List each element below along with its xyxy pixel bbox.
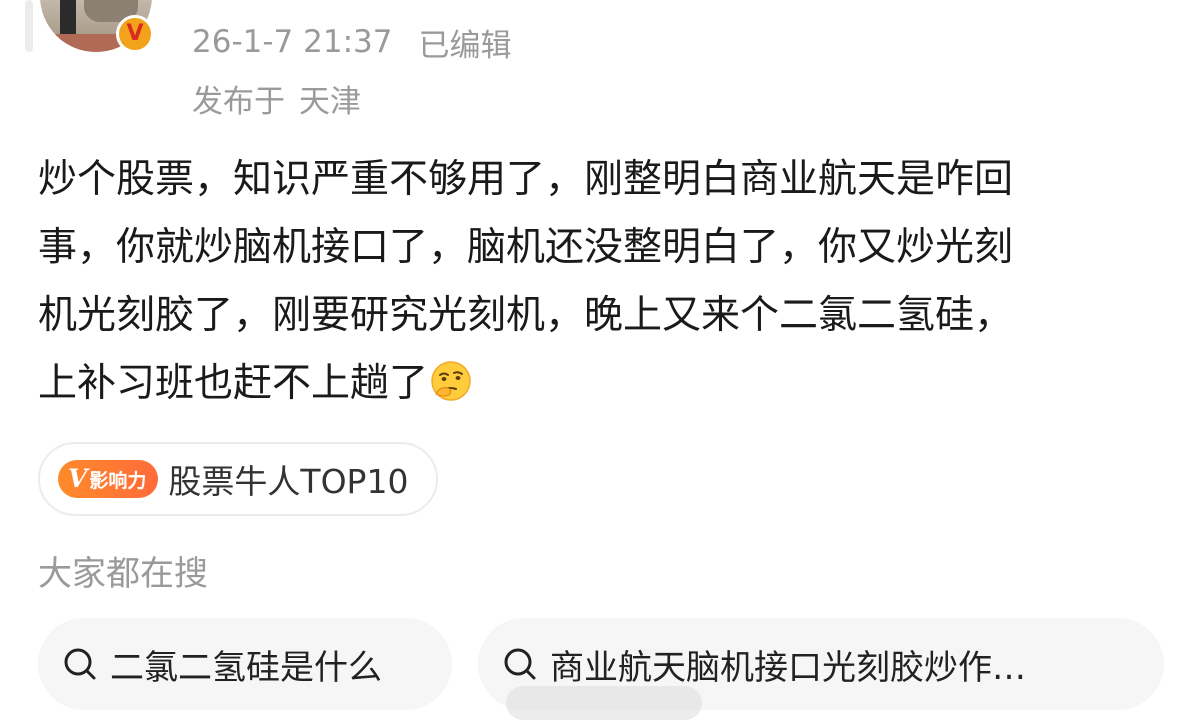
post-content-line: 机光刻胶了，刚要研究光刻机，晚上又来个二氯二氢硅，: [38, 293, 1014, 338]
published-label: 发布于: [192, 83, 285, 120]
post-content-line: 炒个股票，知识严重不够用了，刚整明白商业航天是咋回: [38, 157, 1014, 202]
search-suggestion-pill[interactable]: 二氯二氢硅是什么: [38, 618, 452, 710]
search-icon: [504, 648, 536, 680]
search-suggestion-label: 二氯二氢硅是什么: [110, 647, 382, 688]
influence-badge: V 影响力: [58, 460, 159, 498]
influence-label: 股票牛人TOP10: [168, 462, 409, 501]
influence-tag[interactable]: V 影响力 股票牛人TOP10: [38, 442, 439, 516]
thinking-face-emoji-icon: [431, 361, 471, 401]
search-icon: [64, 648, 96, 680]
left-edge-bar: [25, 0, 33, 52]
search-section-title: 大家都在搜: [38, 554, 208, 594]
influence-v-icon: V: [68, 464, 88, 493]
post-meta-row: 26-1-7 21:37 已编辑: [192, 20, 511, 64]
post-location: 天津: [299, 83, 361, 120]
verified-v-icon: V: [116, 15, 154, 53]
edited-label[interactable]: 已编辑: [418, 20, 511, 65]
post-content-line: 事，你就炒脑机接口了，脑机还没整明白了，你又炒光刻: [38, 225, 1014, 270]
post-content: 炒个股票，知识严重不够用了，刚整明白商业航天是咋回 事，你就炒脑机接口了，脑机还…: [38, 146, 1168, 418]
post-location-row: 发布于 天津: [192, 76, 361, 120]
search-suggestion-label: 商业航天脑机接口光刻胶炒作…: [550, 647, 1026, 688]
post-content-line-text: 上补习班也赶不上趟了: [38, 361, 429, 406]
influence-badge-text: 影响力: [89, 469, 147, 492]
post-timestamp: 26-1-7 21:37: [192, 24, 393, 60]
gesture-handle[interactable]: [506, 686, 702, 720]
post-content-line-last: 上补习班也赶不上趟了: [38, 350, 1168, 418]
